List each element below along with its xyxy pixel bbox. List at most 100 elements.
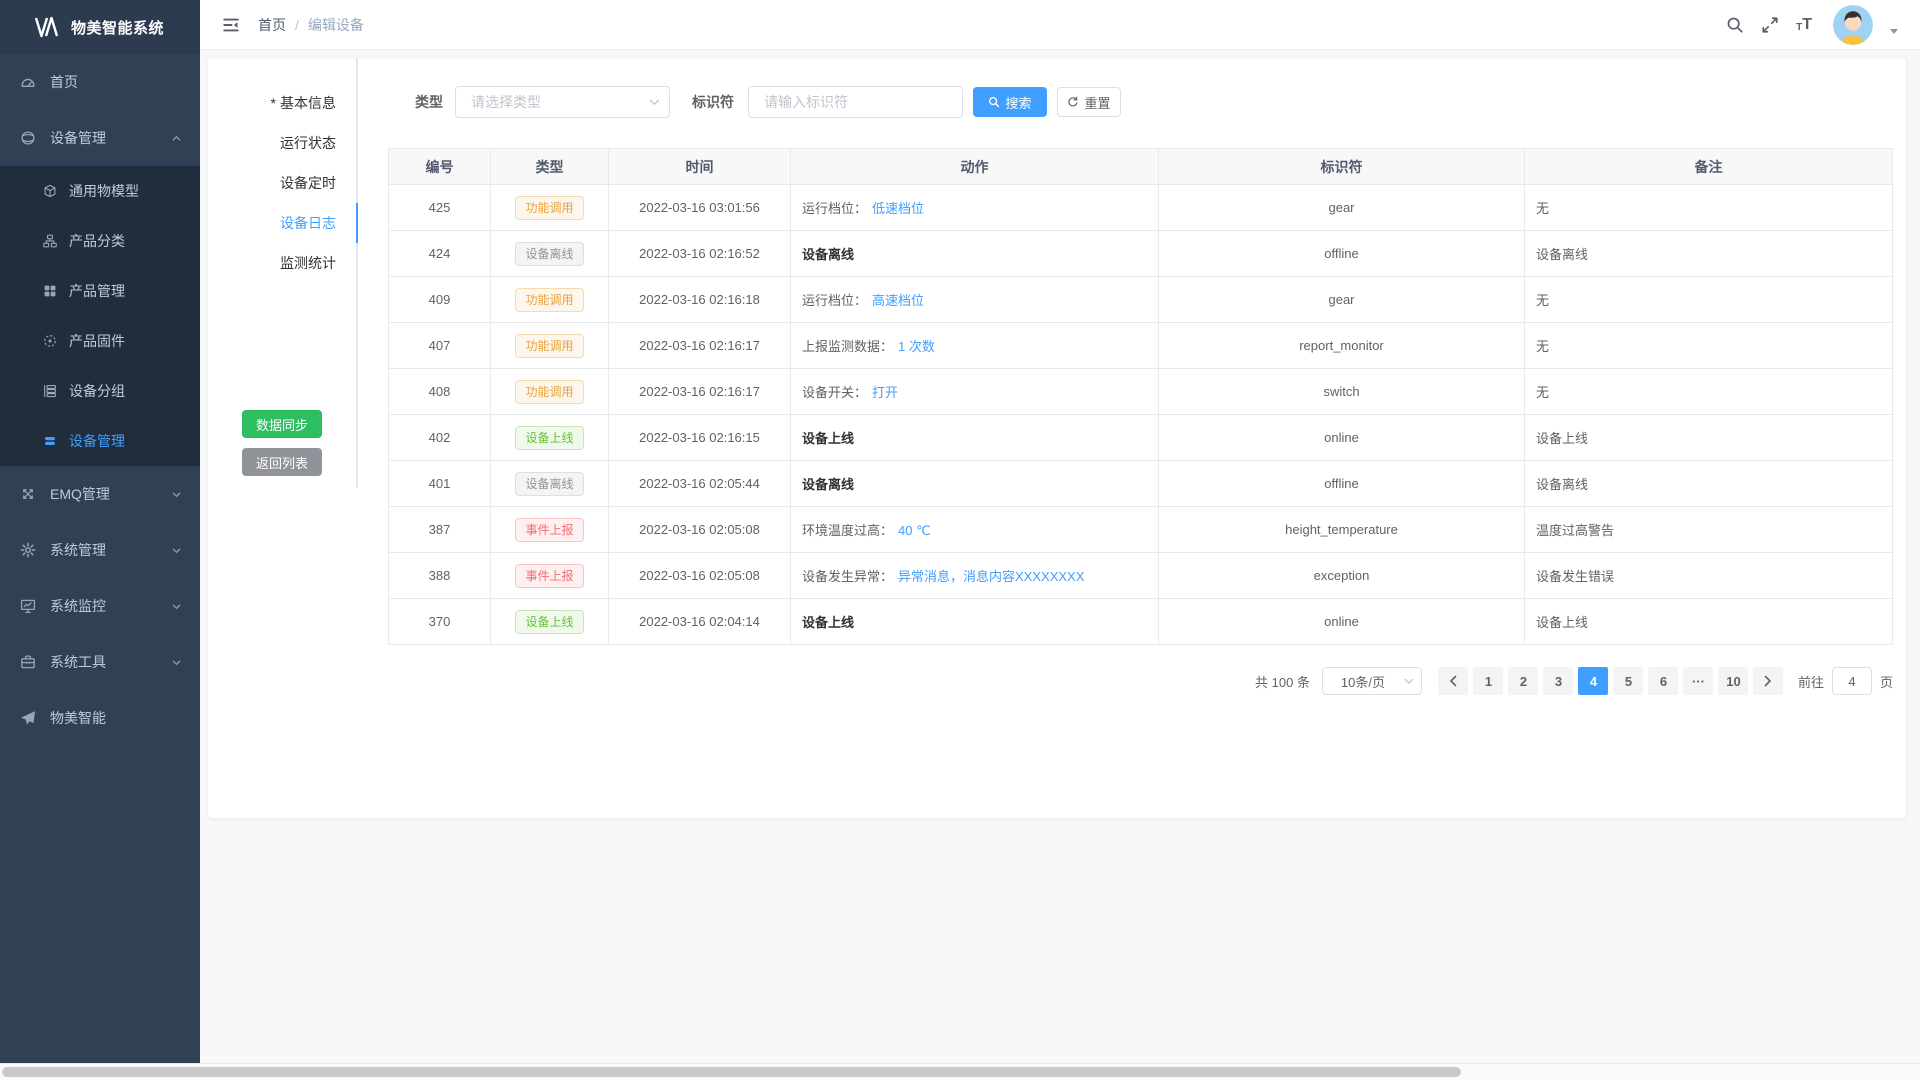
gear-icon: [20, 542, 36, 558]
cell-action: 运行档位：低速档位: [791, 185, 1159, 231]
log-type-tag: 事件上报: [515, 564, 583, 588]
identifier-input[interactable]: [748, 86, 963, 118]
sidebar-item-label: 首页: [50, 72, 78, 92]
type-select-input[interactable]: [455, 86, 670, 118]
data-sync-button[interactable]: 数据同步: [242, 410, 322, 438]
breadcrumb: 首页 / 编辑设备: [258, 15, 364, 35]
action-strong-text: 设备离线: [802, 247, 854, 262]
cell-action: 设备上线: [791, 599, 1159, 645]
page-button[interactable]: 1: [1473, 667, 1503, 695]
tab-run-status[interactable]: 运行状态: [208, 123, 356, 163]
sidebar-item-wumei-smart[interactable]: 物美智能: [0, 690, 200, 746]
action-strong-text: 设备上线: [802, 431, 854, 446]
page-button[interactable]: 5: [1613, 667, 1643, 695]
tab-device-timer[interactable]: 设备定时: [208, 163, 356, 203]
scrollbar-thumb[interactable]: [2, 1067, 1461, 1077]
action-link[interactable]: 异常消息，消息内容XXXXXXXX: [898, 569, 1084, 584]
more-pages-button[interactable]: ···: [1683, 667, 1713, 695]
action-link[interactable]: 打开: [872, 385, 898, 400]
cell-action: 设备发生异常：异常消息，消息内容XXXXXXXX: [791, 553, 1159, 599]
tab-device-log[interactable]: 设备日志: [208, 203, 356, 243]
type-select[interactable]: [455, 86, 670, 118]
log-type-tag: 设备上线: [515, 610, 583, 634]
cell-id: 425: [389, 185, 491, 231]
cell-type: 事件上报: [491, 507, 609, 553]
column-header: 标识符: [1159, 149, 1525, 185]
search-icon[interactable]: [1726, 16, 1744, 34]
sidebar-item-product-category[interactable]: 产品分类: [0, 216, 200, 266]
device-management-icon: [20, 130, 36, 146]
page-button[interactable]: 2: [1508, 667, 1538, 695]
app-root: 物美智能系统 首页 设备管理 通用物: [0, 0, 1920, 1080]
table-header-row: 编号 类型 时间 动作 标识符 备注: [389, 149, 1893, 185]
device-list-icon: [43, 434, 57, 448]
horizontal-scrollbar[interactable]: [0, 1063, 1920, 1080]
action-link[interactable]: 40 ℃: [898, 523, 931, 538]
goto-page-input[interactable]: [1832, 667, 1872, 695]
sidebar-toggle-icon[interactable]: [222, 16, 240, 34]
chevron-up-icon: [171, 133, 182, 144]
sidebar-item-emq[interactable]: EMQ管理: [0, 466, 200, 522]
cell-type: 事件上报: [491, 553, 609, 599]
log-type-tag: 功能调用: [515, 334, 583, 358]
avatar[interactable]: [1833, 5, 1873, 45]
sidebar-item-system-monitor[interactable]: 系统监控: [0, 578, 200, 634]
tab-monitor-stats[interactable]: 监测统计: [208, 243, 356, 283]
cell-time: 2022-03-16 02:05:08: [609, 553, 791, 599]
log-type-tag: 功能调用: [515, 196, 583, 220]
fullscreen-icon[interactable]: [1761, 16, 1779, 34]
sidebar-item-product-firmware[interactable]: 产品固件: [0, 316, 200, 366]
sidebar-item-product-management[interactable]: 产品管理: [0, 266, 200, 316]
sitemap-icon: [43, 234, 57, 248]
chevron-left-icon: [1449, 675, 1457, 687]
page-button[interactable]: 6: [1648, 667, 1678, 695]
font-size-icon[interactable]: TT: [1796, 17, 1812, 33]
page-button[interactable]: 3: [1543, 667, 1573, 695]
sidebar-item-device-group[interactable]: 设备分组: [0, 366, 200, 416]
cell-identifier: gear: [1159, 185, 1525, 231]
cell-action: 设备开关：打开: [791, 369, 1159, 415]
reset-button[interactable]: 重置: [1057, 87, 1121, 117]
pagination: 共 100 条 1 2 3 4 5 6: [388, 667, 1893, 695]
sidebar-item-label: 设备分组: [69, 381, 125, 401]
app-title: 物美智能系统: [71, 17, 164, 38]
sidebar-item-thing-model[interactable]: 通用物模型: [0, 166, 200, 216]
cell-identifier: online: [1159, 415, 1525, 461]
app-logo[interactable]: 物美智能系统: [0, 0, 200, 54]
device-group-icon: [43, 384, 57, 398]
cell-remark: 设备离线: [1525, 231, 1893, 277]
cell-action: 运行档位：高速档位: [791, 277, 1159, 323]
action-link[interactable]: 高速档位: [872, 293, 924, 308]
sidebar-item-home[interactable]: 首页: [0, 54, 200, 110]
page-button-current[interactable]: 4: [1578, 667, 1608, 695]
sidebar-item-device-list[interactable]: 设备管理: [0, 416, 200, 466]
page-size-select[interactable]: [1322, 667, 1422, 695]
breadcrumb-separator: /: [295, 17, 299, 33]
action-link[interactable]: 低速档位: [872, 201, 924, 216]
table-row: 424 设备离线 2022-03-16 02:16:52 设备离线 offlin…: [389, 231, 1893, 277]
chevron-down-icon: [171, 601, 182, 612]
tab-basic-info[interactable]: * 基本信息: [208, 83, 356, 123]
sidebar-item-device-management[interactable]: 设备管理: [0, 110, 200, 166]
identifier-filter-label: 标识符: [692, 92, 734, 112]
sidebar-item-label: 通用物模型: [69, 181, 139, 201]
sidebar-item-system-tools[interactable]: 系统工具: [0, 634, 200, 690]
back-to-list-button[interactable]: 返回列表: [242, 448, 322, 476]
tab-label: 设备日志: [280, 213, 336, 233]
total-count: 共 100 条: [1255, 672, 1310, 691]
chevron-down-icon: [171, 657, 182, 668]
monitor-icon: [20, 598, 36, 614]
cell-id: 407: [389, 323, 491, 369]
column-header: 类型: [491, 149, 609, 185]
next-page-button[interactable]: [1753, 667, 1783, 695]
page-button[interactable]: 10: [1718, 667, 1748, 695]
tab-label: 基本信息: [280, 93, 336, 113]
breadcrumb-home[interactable]: 首页: [258, 15, 286, 35]
page-content: * 基本信息 运行状态 设备定时 设备日志 监测统计 数据同步 返回列表: [200, 50, 1920, 1080]
tab-label: 监测统计: [280, 253, 336, 273]
sidebar-item-system-management[interactable]: 系统管理: [0, 522, 200, 578]
search-button[interactable]: 搜索: [973, 87, 1047, 117]
action-link[interactable]: 1 次数: [898, 339, 935, 354]
caret-down-icon[interactable]: [1890, 29, 1898, 34]
prev-page-button[interactable]: [1438, 667, 1468, 695]
